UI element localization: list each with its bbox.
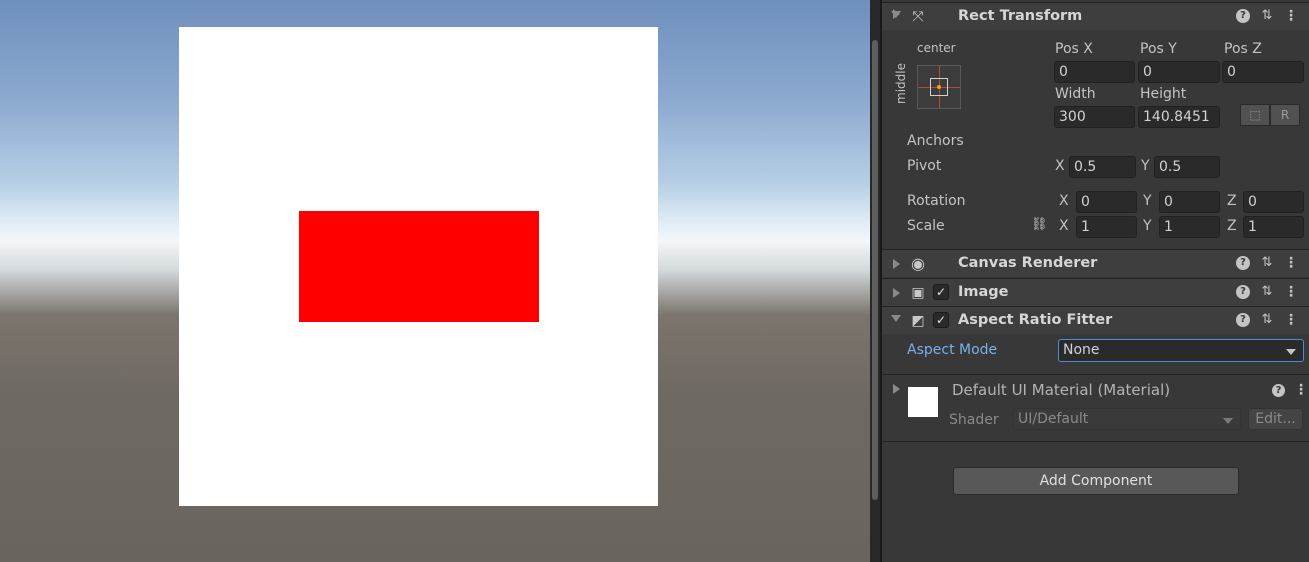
rotation-x-field[interactable]: 0 (1076, 191, 1137, 213)
preset-icon[interactable]: ⇅ (1260, 9, 1274, 23)
width-label: Width (1055, 86, 1096, 102)
shader-value: UI/Default (1018, 411, 1089, 427)
help-icon[interactable]: ? (1236, 313, 1250, 327)
pivot-y-field[interactable]: 0.5 (1154, 156, 1220, 178)
material-foldout-icon[interactable] (893, 384, 900, 394)
anchor-presets-button[interactable] (917, 65, 961, 109)
aspect-mode-dropdown[interactable]: None (1058, 339, 1304, 362)
aspect-ratio-fitter-enabled-checkbox[interactable]: ✓ (933, 312, 949, 328)
pos-z-field[interactable]: 0 (1222, 61, 1304, 83)
height-field[interactable]: 140.8451 (1138, 106, 1220, 128)
scale-label: Scale (907, 218, 945, 234)
help-icon[interactable]: ? (1236, 9, 1250, 23)
preset-icon[interactable]: ⇅ (1260, 285, 1274, 299)
aspect-ratio-fitter-header[interactable]: ◩ ✓ Aspect Ratio Fitter ? ⇅ ⋮ (882, 306, 1309, 334)
image-header[interactable]: ▣ ✓ Image ? ⇅ ⋮ (882, 278, 1309, 306)
foldout-expanded-icon[interactable] (891, 315, 901, 322)
scale-y-axis: Y (1143, 218, 1152, 234)
raw-edit-button[interactable]: R (1270, 104, 1300, 126)
rect-transform-icon: ⤧ (912, 9, 924, 25)
help-icon[interactable]: ? (1236, 256, 1250, 270)
anchor-h-label: center (917, 41, 956, 55)
image-component-icon: ▣ (911, 285, 925, 301)
pos-y-label: Pos Y (1140, 41, 1177, 57)
foldout-collapsed-icon[interactable] (893, 259, 900, 269)
kebab-menu-icon[interactable]: ⋮ (1284, 285, 1298, 299)
aspect-ratio-fitter-icon: ◩ (911, 313, 925, 329)
shader-label: Shader (949, 412, 999, 428)
scale-y-field[interactable]: 1 (1159, 216, 1220, 238)
image-enabled-checkbox[interactable]: ✓ (933, 284, 949, 300)
kebab-menu-icon[interactable]: ⋮ (1284, 313, 1298, 327)
pivot-y-axis: Y (1141, 158, 1150, 174)
rotation-y-axis: Y (1143, 193, 1152, 209)
preset-icon[interactable]: ⇅ (1260, 313, 1274, 327)
width-field[interactable]: 300 (1054, 106, 1135, 128)
add-component-button[interactable]: Add Component (953, 467, 1239, 495)
anchors-foldout-icon[interactable] (893, 9, 900, 19)
component-title: Image (958, 284, 1009, 300)
constrain-proportions-icon[interactable]: ⛓ (1031, 217, 1048, 232)
help-icon[interactable]: ? (1272, 384, 1285, 397)
material-preview-swatch[interactable] (908, 387, 938, 417)
kebab-menu-icon[interactable]: ⋮ (1284, 256, 1298, 270)
canvas-renderer-header[interactable]: ◉ Canvas Renderer ? ⇅ ⋮ (882, 249, 1309, 277)
rotation-label: Rotation (907, 193, 966, 209)
pos-y-field[interactable]: 0 (1138, 61, 1220, 83)
rotation-z-field[interactable]: 0 (1243, 191, 1304, 213)
chevron-down-icon (1286, 349, 1296, 355)
material-section: Default UI Material (Material) ? ⋮ Shade… (882, 374, 1309, 442)
pos-z-label: Pos Z (1224, 41, 1262, 57)
pos-x-field[interactable]: 0 (1054, 61, 1135, 83)
kebab-menu-icon[interactable]: ⋮ (1284, 9, 1298, 23)
help-icon[interactable]: ? (1236, 285, 1250, 299)
aspect-mode-value: None (1063, 342, 1100, 358)
scene-view[interactable] (0, 0, 870, 562)
foldout-collapsed-icon[interactable] (893, 288, 900, 298)
scrollbar-thumb[interactable] (872, 40, 878, 500)
pivot-x-axis: X (1055, 158, 1065, 174)
rotation-z-axis: Z (1227, 193, 1237, 209)
component-title: Rect Transform (958, 8, 1083, 24)
eye-icon: ◉ (911, 254, 925, 273)
rotation-y-field[interactable]: 0 (1159, 191, 1220, 213)
shader-dropdown[interactable]: UI/Default (1013, 408, 1241, 430)
component-title: Aspect Ratio Fitter (958, 312, 1113, 328)
scale-z-field[interactable]: 1 (1243, 216, 1304, 238)
anchors-label[interactable]: Anchors (907, 133, 964, 149)
material-name: Default UI Material (Material) (952, 381, 1171, 399)
blueprint-mode-button[interactable]: ⬚ (1240, 104, 1270, 126)
red-image-rect[interactable] (299, 211, 539, 322)
edit-shader-button[interactable]: Edit... (1248, 408, 1303, 430)
anchor-v-label: middle (894, 63, 908, 104)
component-title: Canvas Renderer (958, 255, 1098, 271)
preset-icon[interactable]: ⇅ (1260, 256, 1274, 270)
inspector-panel: ⤧ Rect Transform ? ⇅ ⋮ center middle Pos… (882, 0, 1309, 562)
kebab-menu-icon[interactable]: ⋮ (1294, 382, 1308, 398)
height-label: Height (1140, 86, 1187, 102)
pos-x-label: Pos X (1055, 41, 1093, 57)
pivot-x-field[interactable]: 0.5 (1069, 156, 1136, 178)
chevron-down-icon (1223, 418, 1233, 424)
scale-x-field[interactable]: 1 (1076, 216, 1137, 238)
aspect-mode-label: Aspect Mode (907, 342, 998, 358)
scale-x-axis: X (1059, 218, 1069, 234)
pivot-label: Pivot (907, 158, 942, 174)
rect-transform-header[interactable]: ⤧ Rect Transform ? ⇅ ⋮ (882, 2, 1309, 30)
scale-z-axis: Z (1227, 218, 1237, 234)
scene-scrollbar[interactable] (870, 0, 880, 562)
rotation-x-axis: X (1059, 193, 1069, 209)
